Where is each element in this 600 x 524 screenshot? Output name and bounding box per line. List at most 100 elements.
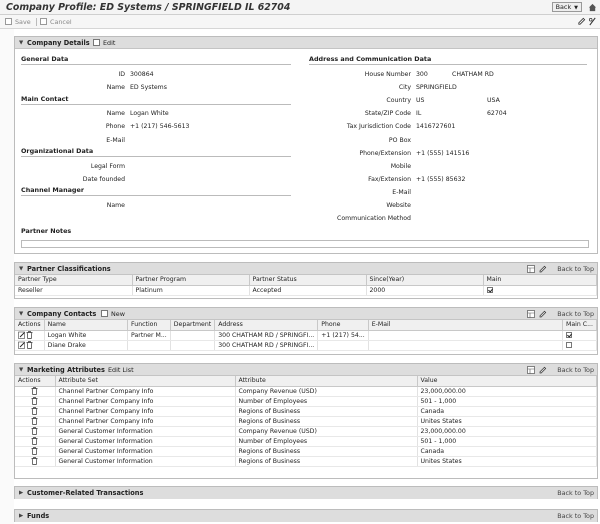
table-row[interactable]: Channel Partner Company Info Number of Em… — [15, 396, 597, 407]
trash-icon[interactable] — [31, 387, 38, 395]
main-checkbox[interactable] — [486, 286, 493, 293]
column-header[interactable]: Name — [44, 320, 129, 331]
back-button[interactable]: Back ▼ — [551, 2, 582, 12]
column-header[interactable]: Partner Program — [132, 275, 250, 286]
back-to-top-link[interactable]: Back to Top — [557, 512, 594, 520]
pencil-icon[interactable] — [577, 17, 586, 26]
table-row[interactable]: Channel Partner Company Info Company Reve… — [15, 386, 597, 397]
collapse-arrow-icon[interactable]: ▼ — [19, 367, 23, 373]
column-header[interactable]: Main C... — [562, 320, 597, 331]
table-row[interactable]: General Customer Information Company Reve… — [15, 426, 597, 437]
table-row[interactable]: Channel Partner Company Info Regions of B… — [15, 406, 597, 417]
company-contacts-header[interactable]: ▼ Company Contacts New Back to Top — [15, 308, 597, 320]
trash-icon[interactable] — [31, 437, 38, 445]
funds-section: ▶ Funds Back to Top — [14, 509, 598, 522]
back-to-top-link[interactable]: Back to Top — [557, 265, 594, 273]
table-row[interactable]: Reseller Platinum Accepted 2000 — [15, 285, 597, 296]
table-settings-icon[interactable] — [527, 366, 535, 374]
new-contact-button[interactable]: New — [101, 310, 125, 318]
pencil-icon[interactable] — [539, 310, 547, 318]
expand-arrow-icon[interactable]: ▶ — [19, 513, 23, 519]
trash-icon[interactable] — [31, 427, 38, 435]
trash-icon[interactable] — [31, 457, 38, 465]
column-header[interactable]: Partner Status — [249, 275, 367, 286]
contact-name-cell[interactable]: Logan White — [44, 330, 129, 341]
left-gutter — [0, 0, 14, 524]
phone-extension-label: Phone/Extension — [359, 150, 411, 157]
attribute-set-cell: Channel Partner Company Info — [55, 416, 236, 427]
actions-cell — [15, 396, 56, 407]
edit-label: Edit — [103, 39, 116, 47]
main-contact-checkbox[interactable] — [566, 331, 573, 338]
table-row[interactable]: General Customer Information Regions of B… — [15, 446, 597, 457]
trash-icon[interactable] — [31, 397, 38, 405]
column-header[interactable]: Phone — [317, 320, 369, 331]
column-header[interactable]: Value — [417, 376, 597, 387]
save-button[interactable]: Save — [5, 17, 31, 27]
edit-list-button[interactable]: Edit List — [108, 366, 134, 374]
column-header[interactable]: E-Mail — [368, 320, 564, 331]
column-header[interactable]: Partner Type — [15, 275, 133, 286]
marketing-attributes-header[interactable]: ▼ Marketing Attributes Edit List Back to… — [15, 364, 597, 376]
column-header[interactable]: Function — [127, 320, 171, 331]
personalize-icon[interactable] — [588, 17, 597, 26]
column-header[interactable]: Attribute — [235, 376, 418, 387]
trash-icon[interactable] — [31, 417, 38, 425]
back-to-top-link[interactable]: Back to Top — [557, 310, 594, 318]
column-header[interactable]: Attribute Set — [55, 376, 236, 387]
department-cell — [170, 330, 216, 341]
page-title: Company Profile: ED Systems / SPRINGFIEL… — [6, 2, 291, 13]
column-header[interactable]: Actions — [15, 376, 56, 387]
partner-program-cell: Platinum — [132, 285, 250, 296]
contact-name-cell[interactable]: Diane Drake — [44, 340, 129, 351]
partner-notes-field[interactable] — [21, 240, 589, 248]
value-cell: Canada — [417, 406, 597, 417]
contact-name-value[interactable]: Logan White — [130, 110, 169, 117]
table-row[interactable]: Diane Drake 300 CHATHAM RD / SPRINGFI... — [15, 340, 597, 351]
table-row[interactable]: Logan White Partner M... 300 CHATHAM RD … — [15, 330, 597, 341]
customer-transactions-header[interactable]: ▶ Customer-Related Transactions Back to … — [15, 487, 597, 499]
cancel-button[interactable]: Cancel — [40, 17, 72, 27]
name-value: ED Systems — [130, 84, 167, 91]
collapse-arrow-icon[interactable]: ▼ — [19, 266, 23, 272]
pencil-icon[interactable] — [539, 265, 547, 273]
collapse-arrow-icon[interactable]: ▼ — [19, 311, 23, 317]
collapse-arrow-icon[interactable]: ▼ — [19, 40, 23, 46]
attribute-set-cell: General Customer Information — [55, 436, 236, 447]
trash-icon[interactable] — [26, 331, 33, 339]
partner-classifications-header[interactable]: ▼ Partner Classifications Back to Top — [15, 263, 597, 275]
email-cell — [368, 340, 564, 351]
column-header[interactable]: Since(Year) — [366, 275, 484, 286]
trash-icon[interactable] — [31, 407, 38, 415]
home-icon[interactable] — [588, 3, 597, 12]
funds-header[interactable]: ▶ Funds Back to Top — [15, 510, 597, 522]
value-cell: 23,000,000.00 — [417, 386, 597, 397]
id-value: 300864 — [130, 71, 154, 78]
expand-arrow-icon[interactable]: ▶ — [19, 490, 23, 496]
website-label: Website — [386, 202, 411, 209]
pencil-icon[interactable] — [539, 366, 547, 374]
email-cell — [368, 330, 564, 341]
main-contact-checkbox[interactable] — [566, 341, 573, 348]
section-title: Marketing Attributes — [27, 366, 105, 374]
company-details-header[interactable]: ▼ Company Details Edit — [15, 37, 597, 49]
column-header[interactable]: Department — [170, 320, 216, 331]
table-settings-icon[interactable] — [527, 265, 535, 273]
table-settings-icon[interactable] — [527, 310, 535, 318]
function-cell: Partner M... — [127, 330, 171, 341]
trash-icon[interactable] — [26, 341, 33, 349]
main-contact-title: Main Contact — [21, 95, 291, 105]
edit-button[interactable]: Edit — [93, 39, 115, 47]
table-row[interactable]: Channel Partner Company Info Regions of B… — [15, 416, 597, 427]
column-header[interactable]: Actions — [15, 320, 45, 331]
table-row[interactable]: General Customer Information Number of Em… — [15, 436, 597, 447]
edit-icon[interactable] — [18, 341, 26, 349]
column-header[interactable]: Address — [214, 320, 319, 331]
column-header[interactable]: Main — [483, 275, 597, 286]
edit-icon[interactable] — [18, 331, 26, 339]
table-row[interactable]: General Customer Information Regions of B… — [15, 456, 597, 467]
back-to-top-link[interactable]: Back to Top — [557, 366, 594, 374]
trash-icon[interactable] — [31, 447, 38, 455]
email2-label: E-Mail — [392, 189, 411, 196]
back-to-top-link[interactable]: Back to Top — [557, 489, 594, 497]
